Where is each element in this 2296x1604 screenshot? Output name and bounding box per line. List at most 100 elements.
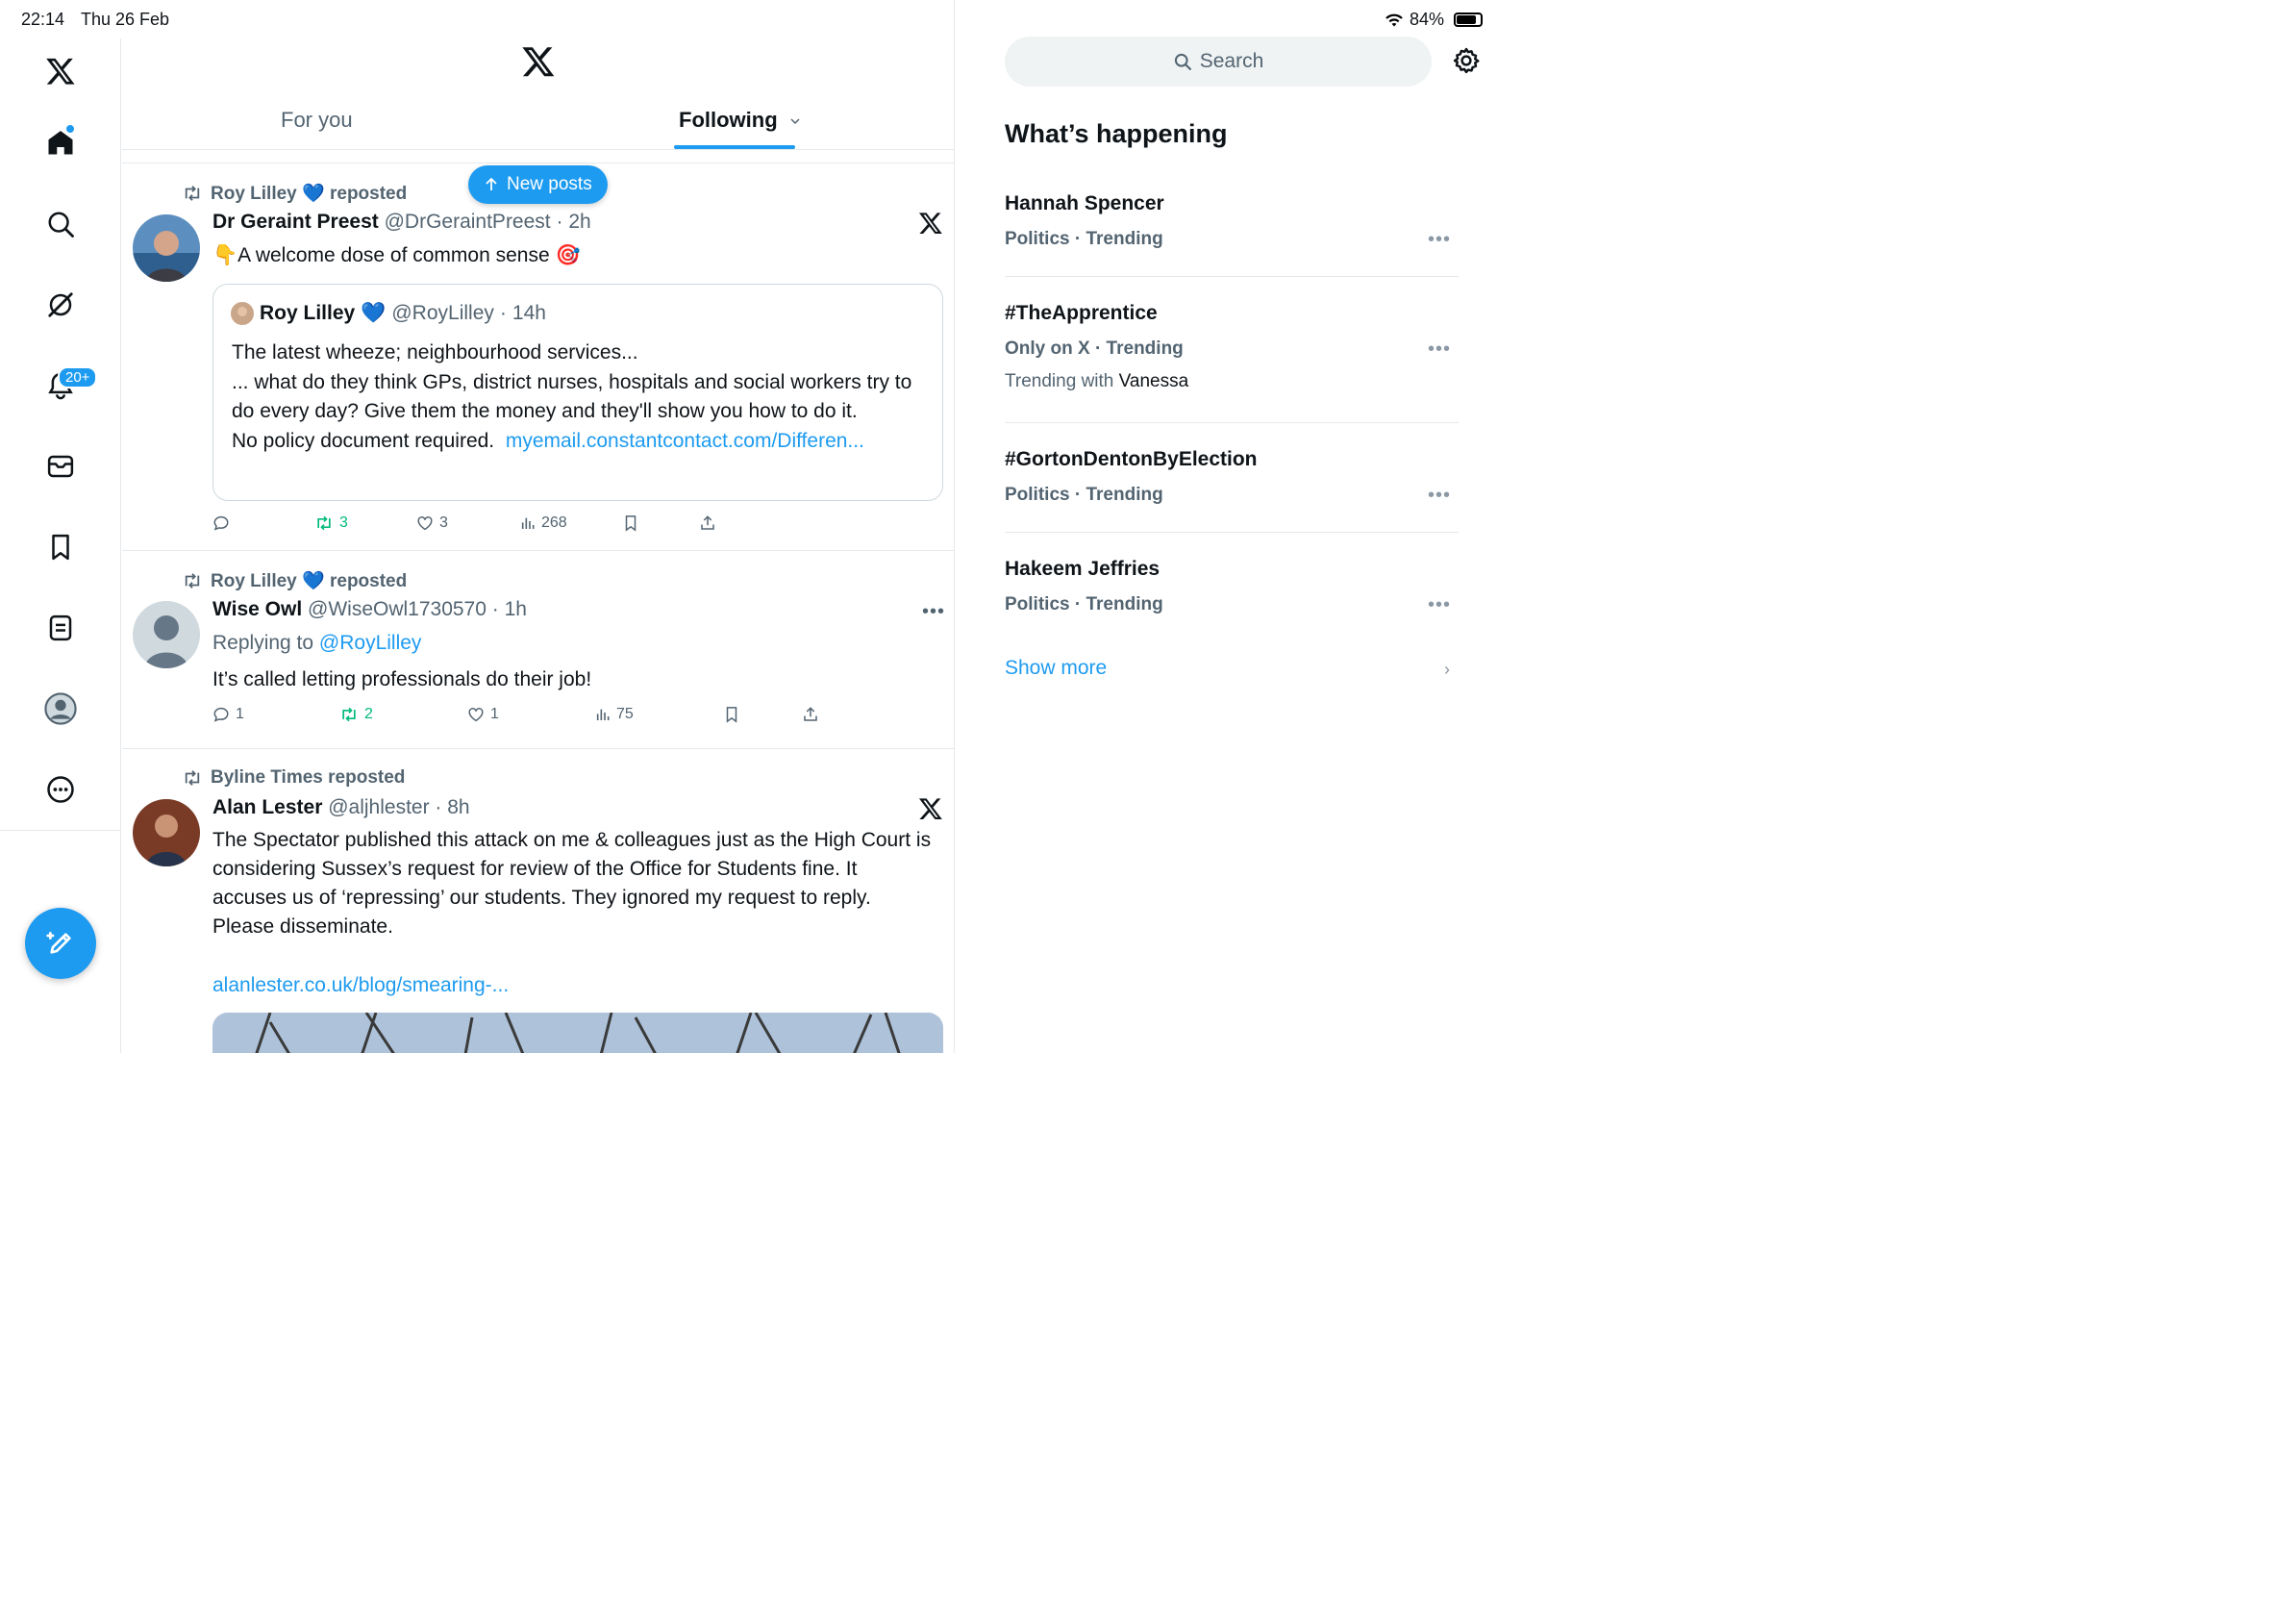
quoted-author-handle: @RoyLilley <box>391 302 494 324</box>
lists-icon[interactable] <box>41 609 80 647</box>
author-handle[interactable]: @WiseOwl1730570 <box>308 598 487 620</box>
trend-item[interactable]: Hannah Spencer Politics · Trending ••• <box>1005 181 1459 277</box>
heart-icon <box>417 516 433 531</box>
repost-count: 2 <box>364 706 373 722</box>
post-text-content: A welcome dose of common sense <box>237 244 550 266</box>
tab-following-label: Following <box>679 108 778 132</box>
trend-title: #TheApprentice <box>1005 302 1158 324</box>
quoted-text: The latest wheeze; neighbourhood service… <box>232 338 934 456</box>
post-time[interactable]: 8h <box>447 796 469 818</box>
quoted-time: 14h <box>512 302 546 324</box>
more-options-icon[interactable] <box>41 770 80 809</box>
post-link[interactable]: alanlester.co.uk/blog/smearing-... <box>212 971 509 1000</box>
sidebar: Search What’s happening Hannah Spencer P… <box>956 0 1500 1053</box>
new-posts-label: New posts <box>507 174 592 194</box>
grok-icon[interactable] <box>41 286 80 324</box>
post-image[interactable] <box>212 1013 943 1053</box>
quoted-link[interactable]: myemail.constantcontact.com/Differen... <box>506 430 864 452</box>
trend-title: #GortonDentonByElection <box>1005 448 1258 470</box>
reply-button[interactable] <box>212 514 236 532</box>
repost-icon <box>185 186 200 201</box>
repost-by[interactable]: Roy Lilley 💙 reposted <box>211 569 407 592</box>
profile-avatar-icon[interactable] <box>41 689 80 728</box>
chevron-right-icon: › <box>1444 660 1450 679</box>
views-icon <box>521 517 535 529</box>
quoted-header: Roy Lilley 💙 @RoyLilley · 14h <box>231 302 546 325</box>
x-badge-icon[interactable] <box>918 796 943 826</box>
tab-for-you[interactable]: For you <box>281 108 353 133</box>
post-header: Alan Lester @aljhlester · 8h <box>212 796 470 818</box>
author-name[interactable]: Dr Geraint Preest <box>212 211 379 233</box>
author-handle[interactable]: @aljhlester <box>328 796 429 818</box>
trend-item[interactable]: #TheApprentice Only on X · Trending Tren… <box>1005 290 1459 423</box>
avatar[interactable] <box>133 799 200 866</box>
quoted-line: The latest wheeze; neighbourhood service… <box>232 341 638 363</box>
share-button[interactable] <box>802 706 819 723</box>
trend-more-icon[interactable]: ••• <box>1428 594 1451 616</box>
post-header: Wise Owl @WiseOwl1730570 · 1h <box>212 598 527 620</box>
trend-more-icon[interactable]: ••• <box>1428 485 1451 507</box>
trend-more-icon[interactable]: ••• <box>1428 338 1451 361</box>
search-nav-icon[interactable] <box>41 205 80 243</box>
compose-post-button[interactable] <box>25 908 96 979</box>
post-time[interactable]: 1h <box>505 598 527 620</box>
repost-attribution: Roy Lilley 💙 reposted <box>182 182 407 205</box>
post-more-icon[interactable]: ••• <box>922 601 945 623</box>
post-header: Dr Geraint Preest @DrGeraintPreest · 2h <box>212 211 591 233</box>
post-1[interactable]: Roy Lilley 💙 reposted Dr Geraint Preest … <box>122 164 954 551</box>
avatar[interactable] <box>133 214 200 282</box>
home-icon[interactable] <box>41 123 80 162</box>
settings-gear-icon[interactable] <box>1452 46 1481 80</box>
repost-button[interactable]: 2 <box>339 706 373 723</box>
x-badge-icon[interactable] <box>918 211 943 240</box>
repost-by[interactable]: Roy Lilley 💙 reposted <box>211 182 407 205</box>
active-tab-indicator <box>674 145 795 149</box>
x-logo-icon[interactable] <box>41 52 80 90</box>
search-input[interactable]: Search <box>1005 37 1432 87</box>
tab-following[interactable]: Following <box>679 108 801 133</box>
compose-icon <box>46 932 71 954</box>
home-unread-dot <box>66 125 74 133</box>
reply-button[interactable]: 1 <box>212 706 244 723</box>
left-nav: 20+ <box>0 38 121 1053</box>
views-button[interactable]: 268 <box>520 514 567 532</box>
quoted-avatar <box>231 302 254 325</box>
quoted-last-line: No policy document required. <box>232 429 495 452</box>
trend-item[interactable]: #GortonDentonByElection Politics · Trend… <box>1005 437 1459 533</box>
whats-happening-heading: What’s happening <box>1005 119 1228 148</box>
search-icon <box>1174 53 1191 70</box>
quoted-author-name: Roy Lilley <box>260 302 356 324</box>
repost-attribution: Byline Times reposted <box>182 767 405 789</box>
bookmarks-icon[interactable] <box>41 528 80 566</box>
repost-button[interactable]: 3 <box>314 514 348 532</box>
bookmark-button[interactable] <box>723 706 740 723</box>
trend-more-icon[interactable]: ••• <box>1428 229 1451 251</box>
replying-to-handle[interactable]: @RoyLilley <box>319 632 422 654</box>
author-name[interactable]: Wise Owl <box>212 598 302 620</box>
repost-by[interactable]: Byline Times reposted <box>211 767 405 789</box>
author-handle[interactable]: @DrGeraintPreest <box>385 211 551 233</box>
pointing-down-emoji-icon: 👇 <box>212 244 238 266</box>
post-time[interactable]: 2h <box>568 211 590 233</box>
show-more-link[interactable]: Show more <box>1005 657 1107 680</box>
author-name[interactable]: Alan Lester <box>212 796 322 818</box>
header-x-logo-icon[interactable] <box>521 44 556 84</box>
post-link-text[interactable]: alanlester.co.uk/blog/smearing-... <box>212 974 509 996</box>
trend-item[interactable]: Hakeem Jeffries Politics · Trending ••• <box>1005 546 1459 642</box>
timeline-column: For you Following Roy Lilley 💙 reposted … <box>122 0 955 1053</box>
like-count: 1 <box>490 706 499 722</box>
repost-action-icon <box>342 707 356 722</box>
share-button[interactable] <box>699 514 716 532</box>
bookmark-icon <box>625 515 636 532</box>
post-2[interactable]: Roy Lilley 💙 reposted Wise Owl @WiseOwl1… <box>122 551 954 749</box>
post-3[interactable]: Byline Times reposted Alan Lester @aljhl… <box>122 749 954 1053</box>
bookmark-button[interactable] <box>622 514 639 532</box>
like-button[interactable]: 3 <box>416 514 448 532</box>
like-button[interactable]: 1 <box>467 706 499 723</box>
new-posts-button[interactable]: New posts <box>468 165 608 204</box>
quoted-post[interactable]: Roy Lilley 💙 @RoyLilley · 14h The latest w… <box>212 284 943 501</box>
views-button[interactable]: 75 <box>595 706 634 723</box>
avatar[interactable] <box>133 601 200 668</box>
messages-icon[interactable] <box>41 447 80 486</box>
trend-meta: Politics · Trending <box>1005 229 1163 249</box>
